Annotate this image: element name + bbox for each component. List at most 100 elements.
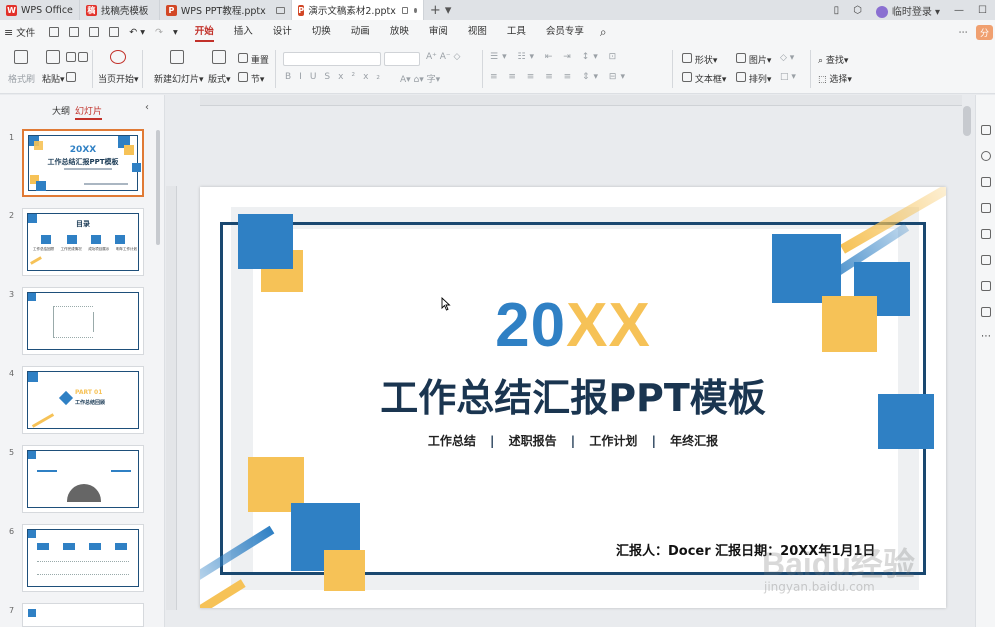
subtitle-item: 工作总结 — [427, 434, 476, 448]
fill-icon[interactable]: ◇ ▾ — [780, 53, 794, 63]
tab-review[interactable]: 审阅 — [419, 20, 458, 44]
slide-thumbnail-4[interactable]: PART 01 工作总结回顾 — [22, 366, 144, 434]
more-icon[interactable]: ⋯ — [981, 331, 991, 342]
slide-title[interactable]: 工作总结汇报PPT模板 — [200, 373, 946, 423]
thumb-toc-item: 工作总结回顾 — [33, 247, 54, 251]
divider: | — [651, 434, 656, 448]
tab-label: 演示文稿素材2.pptx — [308, 6, 396, 17]
slide-number: 3 — [9, 290, 15, 299]
font-style-buttons[interactable]: BIUSx²x₂ — [285, 72, 388, 82]
tab-member[interactable]: 会员专享 — [536, 20, 594, 44]
slide-year[interactable]: 20XX — [200, 291, 946, 361]
new-slide-button[interactable]: 新建幻灯片▾ — [154, 72, 204, 85]
slide-subtitle[interactable]: 工作总结 | 述职报告 | 工作计划 | 年终汇报 — [200, 432, 946, 449]
tab-ppt-tutorial[interactable]: P WPS PPT教程.pptx — [160, 0, 292, 20]
note-icon[interactable] — [981, 281, 991, 291]
ppt-logo-icon: P — [165, 4, 177, 16]
play-from-current-button[interactable]: 当页开始▾ — [98, 72, 139, 85]
slide-thumbnail-5[interactable] — [22, 445, 144, 513]
save-icon[interactable] — [49, 27, 60, 37]
tab-tools[interactable]: 工具 — [497, 20, 536, 44]
paste-icon[interactable] — [46, 50, 60, 64]
canvas-scrollbar[interactable] — [963, 106, 971, 136]
tool-icon[interactable] — [981, 229, 991, 239]
export-icon[interactable] — [69, 27, 80, 37]
minimize-icon[interactable]: — — [954, 5, 964, 16]
tab-wps-office[interactable]: W WPS Office — [0, 0, 80, 20]
slide-canvas[interactable]: 20XX 工作总结汇报PPT模板 工作总结 | 述职报告 | 工作计划 | 年终… — [200, 187, 946, 608]
section-button[interactable]: 节▾ — [238, 72, 264, 85]
format-painter-icon[interactable] — [14, 50, 28, 64]
tab-view[interactable]: 视图 — [458, 20, 497, 44]
tab-start[interactable]: 开始 — [185, 20, 224, 44]
slide-thumbnail-1[interactable]: 20XX 工作总结汇报PPT模板 — [22, 129, 144, 197]
star-icon[interactable] — [981, 151, 991, 161]
font-color-icon[interactable]: A▾ ⌂▾ 字▾ — [400, 72, 440, 85]
format-painter-button[interactable]: 格式刷 — [8, 72, 35, 85]
slide-thumbnail-7[interactable] — [22, 603, 144, 627]
ribbon-toolbar: 格式刷 粘贴▾ 当页开始▾ 新建幻灯片▾ 版式▾ 重置 节▾ A⁺ A⁻ ◇ B… — [0, 44, 995, 94]
tab-template[interactable]: 稿 找稿壳模板 — [80, 0, 160, 20]
new-tab-plus-icon[interactable]: + ▾ — [430, 3, 452, 18]
tab-outline[interactable]: 大纲 — [52, 104, 70, 117]
preview-icon[interactable] — [109, 27, 120, 37]
paste-button[interactable]: 粘贴▾ — [42, 72, 65, 85]
font-size-select[interactable] — [384, 52, 420, 66]
image-tool-icon[interactable] — [981, 203, 991, 213]
textbox-button[interactable]: 文本框▾ — [682, 72, 726, 85]
copy-format-icon[interactable] — [78, 52, 88, 62]
find-button[interactable]: ⌕ 查找▾ — [818, 53, 848, 66]
horizontal-ruler — [200, 95, 962, 106]
tab-slideshow[interactable]: 放映 — [380, 20, 419, 44]
section-icon — [238, 72, 248, 82]
copy-icon[interactable] — [66, 72, 76, 82]
tab-animation[interactable]: 动画 — [341, 20, 380, 44]
settings-icon[interactable] — [981, 307, 991, 317]
template-icon[interactable] — [981, 177, 991, 187]
font-grow-icon[interactable]: A⁺ A⁻ ◇ — [426, 52, 460, 62]
properties-icon[interactable] — [981, 125, 991, 135]
user-login[interactable]: 临时登录 ▾ — [875, 3, 940, 18]
thumbnail-scrollbar[interactable] — [156, 130, 160, 245]
play-icon[interactable] — [110, 50, 126, 64]
cube-icon[interactable]: ⬡ — [853, 5, 862, 16]
undo-icon[interactable]: ↶ ▾ — [129, 27, 145, 38]
tab-design[interactable]: 设计 — [263, 20, 302, 44]
slide-thumbnail-3[interactable] — [22, 287, 144, 355]
print-icon[interactable] — [89, 27, 100, 37]
tab-transition[interactable]: 切换 — [302, 20, 341, 44]
redo-icon[interactable]: ↷ — [155, 27, 163, 38]
monitor-icon — [401, 6, 408, 14]
cut-icon[interactable] — [66, 52, 76, 62]
maximize-icon[interactable]: ☐ — [978, 5, 987, 16]
reset-button[interactable]: 重置 — [238, 53, 269, 66]
arrange-icon — [736, 72, 746, 82]
slide-thumbnail-6[interactable] — [22, 524, 144, 592]
divider: | — [570, 434, 576, 448]
slide-thumbnail-2[interactable]: 目录 工作总结回顾 工作完成情况 成功项目展示 明年工作计划 — [22, 208, 144, 276]
search-icon[interactable]: ⌕ — [600, 25, 607, 40]
select-button[interactable]: ⬚ 选择▾ — [818, 72, 852, 85]
hamburger-menu-icon[interactable]: ≡ — [4, 26, 13, 39]
arrange-button[interactable]: 排列▾ — [736, 72, 771, 85]
chevron-down-icon[interactable]: ▾ — [173, 27, 178, 38]
align-buttons[interactable]: ≡ ≡ ≡ ≡ ≡ ⇕▾ ⊟▾ — [490, 72, 629, 82]
outline-icon[interactable]: □ ▾ — [780, 72, 796, 82]
menu-file[interactable]: 文件 — [16, 25, 35, 39]
layout-icon[interactable] — [212, 50, 226, 64]
watermark-text: 经验 — [850, 546, 915, 582]
collapse-panel-icon[interactable]: ‹ — [145, 102, 149, 113]
book-icon[interactable] — [981, 255, 991, 265]
new-slide-icon[interactable] — [170, 50, 184, 64]
layout-button[interactable]: 版式▾ — [208, 72, 231, 85]
shape-button[interactable]: 形状▾ — [682, 53, 717, 66]
sidebar-toggle-icon[interactable]: ▯ — [834, 5, 840, 16]
font-name-select[interactable] — [283, 52, 381, 66]
share-button[interactable]: 分 — [975, 24, 993, 40]
tab-ppt-material[interactable]: P 演示文稿素材2.pptx — [291, 0, 424, 20]
more-icon[interactable]: ⋯ — [958, 27, 968, 38]
list-buttons[interactable]: ☰▾ ☷▾ ⇤ ⇥ ↕▾ ⊡ — [490, 52, 620, 62]
tab-insert[interactable]: 插入 — [224, 20, 263, 44]
tab-slides[interactable]: 幻灯片 — [75, 104, 103, 120]
image-button[interactable]: 图片▾ — [736, 53, 771, 66]
